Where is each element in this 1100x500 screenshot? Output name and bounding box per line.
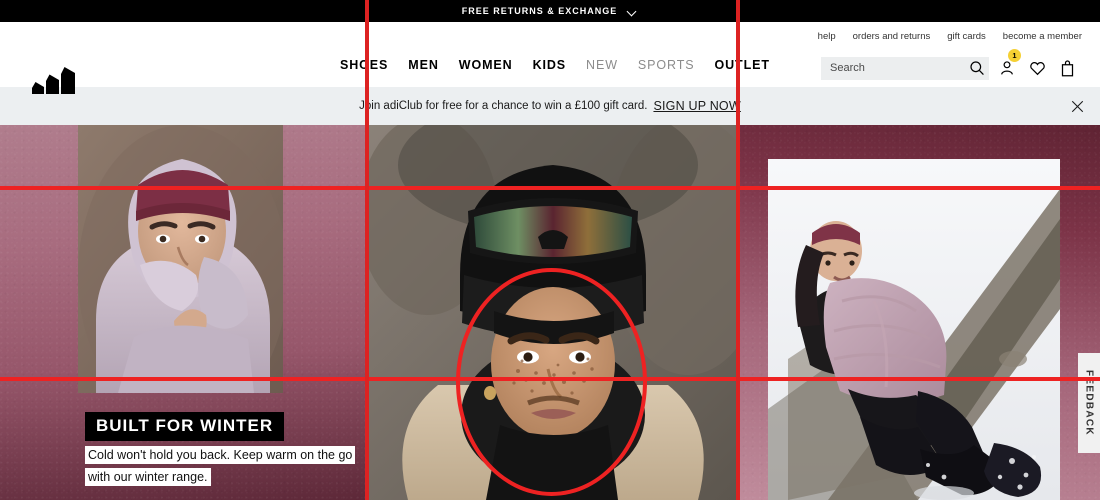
feedback-tab-label: FEEDBACK bbox=[1083, 370, 1095, 436]
nav-item-kids[interactable]: KIDS bbox=[533, 58, 566, 72]
utility-link-gift-cards[interactable]: gift cards bbox=[947, 31, 986, 42]
wishlist-heart-icon[interactable] bbox=[1022, 55, 1052, 81]
adiclub-signup-link[interactable]: SIGN UP NOW bbox=[653, 99, 740, 113]
top-promo-bar[interactable]: FREE RETURNS & EXCHANGE bbox=[0, 0, 1100, 22]
feedback-tab[interactable]: FEEDBACK bbox=[1078, 353, 1100, 453]
close-icon[interactable] bbox=[1062, 91, 1092, 121]
search-input[interactable] bbox=[830, 57, 960, 79]
search-icon[interactable] bbox=[962, 55, 992, 81]
utility-nav: help orders and returns gift cards becom… bbox=[818, 31, 1082, 42]
hero-image-right bbox=[768, 159, 1060, 500]
nav-item-sports[interactable]: SPORTS bbox=[638, 58, 695, 72]
chevron-down-icon[interactable] bbox=[627, 8, 638, 15]
hero-title: BUILT FOR WINTER bbox=[85, 412, 285, 441]
hero-panel-center[interactable] bbox=[368, 125, 738, 500]
adiclub-message: Join adiClub for free for a chance to wi… bbox=[359, 100, 648, 112]
hero-subtitle: Cold won't hold you back. Keep warm on t… bbox=[85, 446, 356, 486]
hero-panel-right[interactable] bbox=[738, 125, 1100, 500]
site-header: help orders and returns gift cards becom… bbox=[0, 22, 1100, 94]
utility-link-help[interactable]: help bbox=[818, 31, 836, 42]
adidas-logo[interactable] bbox=[30, 67, 90, 97]
nav-item-new[interactable]: NEW bbox=[586, 58, 618, 72]
hero-panel-left[interactable]: BUILT FOR WINTER Cold won't hold you bac… bbox=[0, 125, 368, 500]
shopping-bag-icon[interactable] bbox=[1052, 55, 1082, 81]
nav-item-men[interactable]: MEN bbox=[408, 58, 438, 72]
hero-subtitle-wrap: Cold won't hold you back. Keep warm on t… bbox=[85, 445, 368, 488]
utility-link-orders-and-returns[interactable]: orders and returns bbox=[853, 31, 931, 42]
hero-image-center bbox=[368, 125, 738, 500]
account-badge-count: 1 bbox=[1008, 49, 1021, 62]
top-promo-text: FREE RETURNS & EXCHANGE bbox=[461, 6, 618, 16]
nav-item-outlet[interactable]: OUTLET bbox=[714, 58, 769, 72]
header-actions: 1 bbox=[821, 49, 1082, 81]
hero-carousel: BUILT FOR WINTER Cold won't hold you bac… bbox=[0, 125, 1100, 500]
nav-item-shoes[interactable]: SHOES bbox=[340, 58, 388, 72]
account-icon[interactable]: 1 bbox=[992, 49, 1022, 81]
page-root: FREE RETURNS & EXCHANGE help orders and … bbox=[0, 0, 1100, 500]
main-navigation: SHOES MEN WOMEN KIDS NEW SPORTS OUTLET bbox=[340, 58, 770, 72]
hero-caption: BUILT FOR WINTER Cold won't hold you bac… bbox=[85, 412, 368, 488]
utility-link-become-a-member[interactable]: become a member bbox=[1003, 31, 1082, 42]
nav-item-women[interactable]: WOMEN bbox=[459, 58, 513, 72]
hero-image-left bbox=[78, 125, 283, 393]
adiclub-banner: Join adiClub for free for a chance to wi… bbox=[0, 87, 1100, 125]
